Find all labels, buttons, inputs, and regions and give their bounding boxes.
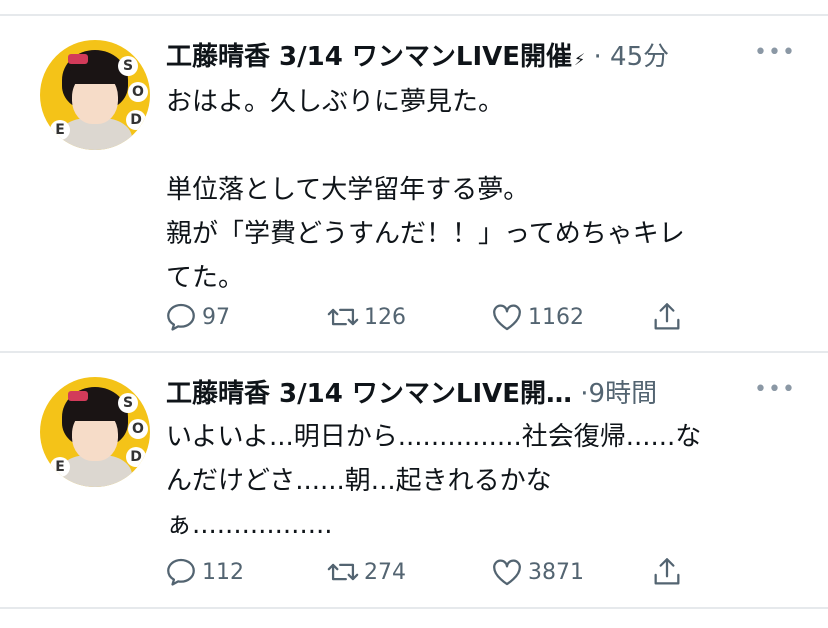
like-icon [493, 559, 521, 586]
retweet-count: 126 [364, 304, 406, 330]
text-line: てた。 [166, 263, 245, 293]
separator-dot: · [580, 379, 589, 409]
avatar-letter: O [128, 419, 148, 439]
reply-icon [167, 558, 195, 586]
reply-count: 112 [202, 559, 244, 585]
retweet-icon [327, 563, 359, 581]
tweet-text: いよいよ...明日から...............社会復帰......な んだ… [166, 415, 806, 547]
bottom-divider [0, 607, 828, 609]
avatar-letter: S [118, 56, 138, 76]
avatar-letter: S [118, 393, 138, 413]
tweet-divider [0, 351, 828, 353]
separator-dot: · [593, 42, 602, 72]
text-line: いよいよ...明日から...............社会復帰......な [166, 422, 702, 452]
more-icon[interactable]: ••• [754, 377, 796, 402]
reply-button[interactable]: 112 [164, 552, 244, 592]
text-line: ぁ................. [166, 510, 333, 540]
avatar[interactable]: S D O E [40, 40, 150, 150]
text-line: 単位落として大学留年する夢。 [166, 175, 530, 205]
tweet-actions: 97 126 1162 [164, 297, 724, 337]
author-name[interactable]: 工藤晴香 3/14 ワンマンLIVE開… [166, 379, 572, 409]
lightning-icon: ⚡ [574, 50, 586, 69]
tweet-text: おはよ。久しぶりに夢見た。 単位落として大学留年する夢。 親が「学費どうすんだ！… [166, 80, 806, 300]
share-button[interactable] [650, 297, 688, 337]
share-icon [654, 303, 680, 330]
reply-icon [167, 303, 195, 331]
top-divider [0, 14, 828, 16]
reply-button[interactable]: 97 [164, 297, 230, 337]
like-icon [493, 304, 521, 331]
text-line: んだけどさ......朝...起きれるかな [166, 466, 552, 496]
timestamp[interactable]: 9時間 [589, 379, 658, 409]
text-line: おはよ。久しぶりに夢見た。 [166, 87, 505, 117]
avatar-letter: E [50, 120, 70, 140]
timestamp[interactable]: 45分 [610, 42, 669, 72]
tweet-actions: 112 274 3871 [164, 552, 724, 592]
like-button[interactable]: 3871 [490, 552, 584, 592]
tweet-header: 工藤晴香 3/14 ワンマンLIVE開催 ⚡ · 45分 [166, 36, 669, 76]
share-button[interactable] [650, 552, 688, 592]
like-count: 3871 [528, 559, 584, 585]
text-line: 親が「学費どうすんだ！！」ってめちゃキレ [166, 219, 685, 249]
tweet-header: 工藤晴香 3/14 ワンマンLIVE開… ·9時間 [166, 373, 657, 413]
more-icon[interactable]: ••• [754, 40, 796, 65]
retweet-icon [327, 308, 359, 326]
like-button[interactable]: 1162 [490, 297, 584, 337]
avatar-letter: D [126, 110, 146, 130]
retweet-button[interactable]: 274 [326, 552, 406, 592]
share-icon [654, 558, 680, 585]
avatar-letter: E [50, 457, 70, 477]
retweet-button[interactable]: 126 [326, 297, 406, 337]
avatar-letter: O [128, 82, 148, 102]
avatar-letter: D [126, 447, 146, 467]
like-count: 1162 [528, 304, 584, 330]
reply-count: 97 [202, 304, 230, 330]
author-name[interactable]: 工藤晴香 3/14 ワンマンLIVE開催 [166, 42, 572, 72]
retweet-count: 274 [364, 559, 406, 585]
avatar[interactable]: S D O E [40, 377, 150, 487]
text-line [166, 124, 806, 168]
